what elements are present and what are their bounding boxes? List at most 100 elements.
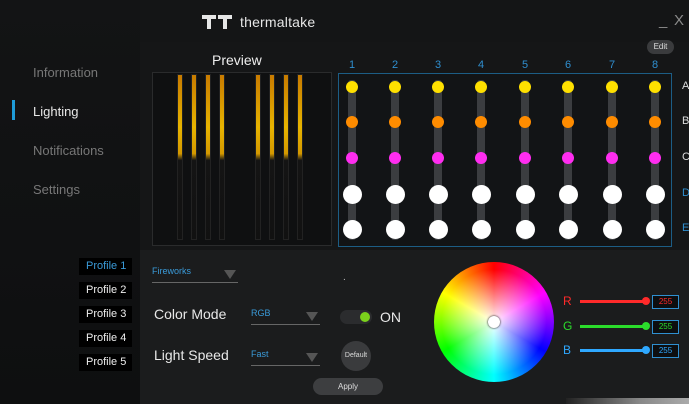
channel-g-slider[interactable] — [580, 325, 648, 328]
chevron-down-icon — [306, 312, 318, 321]
preview-led-bar — [205, 74, 211, 240]
channel-b-slider[interactable] — [580, 349, 648, 352]
status-dot-text: . — [343, 272, 346, 283]
preview-led-bar — [297, 74, 303, 240]
led-cell-b8[interactable] — [649, 116, 661, 128]
led-cell-b3[interactable] — [432, 116, 444, 128]
preview-led-bar — [219, 74, 225, 240]
channel-b-value[interactable]: 255 — [652, 344, 679, 358]
led-cell-a6[interactable] — [562, 81, 574, 93]
column-number-5: 5 — [521, 59, 529, 71]
sidebar-item-notifications[interactable]: Notifications — [33, 143, 104, 158]
led-cell-c1[interactable] — [346, 152, 358, 164]
preview-title: Preview — [212, 52, 262, 68]
row-label-e: E — [682, 222, 689, 234]
sidebar-item-information[interactable]: Information — [33, 65, 98, 80]
led-cell-d5[interactable] — [515, 184, 535, 204]
column-number-4: 4 — [477, 59, 485, 71]
led-cell-b1[interactable] — [346, 116, 358, 128]
light-speed-label: Light Speed — [154, 347, 229, 363]
preview-led-bar — [269, 74, 275, 240]
preview-led-bar — [283, 74, 289, 240]
minimize-icon[interactable]: _ — [659, 12, 667, 29]
led-cell-a5[interactable] — [519, 81, 531, 93]
sidebar-item-settings[interactable]: Settings — [33, 182, 80, 197]
led-cell-e3[interactable] — [428, 219, 448, 239]
led-cell-d1[interactable] — [342, 184, 362, 204]
row-label-b: B — [682, 115, 689, 127]
power-toggle[interactable] — [340, 310, 372, 324]
column-number-2: 2 — [391, 59, 399, 71]
led-cell-a8[interactable] — [649, 81, 661, 93]
channel-r-knob[interactable] — [642, 297, 650, 305]
active-indicator — [12, 100, 15, 120]
led-cell-e2[interactable] — [385, 219, 405, 239]
profile-2-button[interactable]: Profile 2 — [79, 282, 132, 299]
column-number-7: 7 — [608, 59, 616, 71]
profile-1-button[interactable]: Profile 1 — [79, 258, 132, 275]
led-cell-d3[interactable] — [428, 184, 448, 204]
channel-r-value[interactable]: 255 — [652, 295, 679, 309]
brand-name: thermaltake — [240, 14, 316, 30]
led-cell-c3[interactable] — [432, 152, 444, 164]
chevron-down-icon — [306, 353, 318, 362]
color-mode-value: RGB — [251, 308, 271, 318]
effect-dropdown[interactable]: Fireworks — [152, 266, 238, 283]
effect-value: Fireworks — [152, 266, 192, 276]
color-mode-dropdown[interactable]: RGB — [251, 308, 320, 325]
profile-5-button[interactable]: Profile 5 — [79, 354, 132, 371]
led-cell-b6[interactable] — [562, 116, 574, 128]
color-wheel-picker[interactable] — [488, 316, 500, 328]
default-button[interactable]: Default — [341, 341, 371, 371]
profile-4-button[interactable]: Profile 4 — [79, 330, 132, 347]
led-cell-a4[interactable] — [475, 81, 487, 93]
led-cell-c2[interactable] — [389, 152, 401, 164]
led-cell-b4[interactable] — [475, 116, 487, 128]
led-cell-e8[interactable] — [645, 219, 665, 239]
light-speed-value: Fast — [251, 349, 269, 359]
column-number-6: 6 — [564, 59, 572, 71]
led-cell-a3[interactable] — [432, 81, 444, 93]
sidebar-item-lighting[interactable]: Lighting — [33, 104, 79, 119]
preview-led-bar — [191, 74, 197, 240]
channel-b-label: B — [563, 343, 572, 357]
led-cell-d7[interactable] — [602, 184, 622, 204]
led-cell-a7[interactable] — [606, 81, 618, 93]
led-cell-b2[interactable] — [389, 116, 401, 128]
led-cell-d8[interactable] — [645, 184, 665, 204]
preview-led-bar — [177, 74, 183, 240]
led-cell-a2[interactable] — [389, 81, 401, 93]
color-mode-label: Color Mode — [154, 306, 227, 322]
led-cell-e4[interactable] — [471, 219, 491, 239]
led-cell-d6[interactable] — [558, 184, 578, 204]
led-cell-c5[interactable] — [519, 152, 531, 164]
led-cell-b7[interactable] — [606, 116, 618, 128]
led-cell-e1[interactable] — [342, 219, 362, 239]
apply-button[interactable]: Apply — [313, 378, 383, 395]
led-cell-d2[interactable] — [385, 184, 405, 204]
power-state-label: ON — [380, 309, 401, 325]
brand-logo: thermaltake — [202, 14, 315, 30]
led-cell-b5[interactable] — [519, 116, 531, 128]
led-cell-d4[interactable] — [471, 184, 491, 204]
channel-g-value[interactable]: 255 — [652, 320, 679, 334]
led-cell-e5[interactable] — [515, 219, 535, 239]
channel-r-slider[interactable] — [580, 300, 648, 303]
channel-b-knob[interactable] — [642, 346, 650, 354]
close-icon[interactable]: X — [674, 12, 684, 29]
led-cell-a1[interactable] — [346, 81, 358, 93]
row-label-d: D — [682, 187, 689, 199]
led-cell-c6[interactable] — [562, 152, 574, 164]
light-speed-dropdown[interactable]: Fast — [251, 349, 320, 366]
profile-3-button[interactable]: Profile 3 — [79, 306, 132, 323]
led-cell-c4[interactable] — [475, 152, 487, 164]
led-cell-c8[interactable] — [649, 152, 661, 164]
toggle-knob — [360, 312, 370, 322]
led-cell-e6[interactable] — [558, 219, 578, 239]
edit-button[interactable]: Edit — [647, 40, 674, 54]
channel-g-knob[interactable] — [642, 322, 650, 330]
column-number-1: 1 — [348, 59, 356, 71]
led-matrix — [338, 73, 672, 247]
led-cell-e7[interactable] — [602, 219, 622, 239]
led-cell-c7[interactable] — [606, 152, 618, 164]
